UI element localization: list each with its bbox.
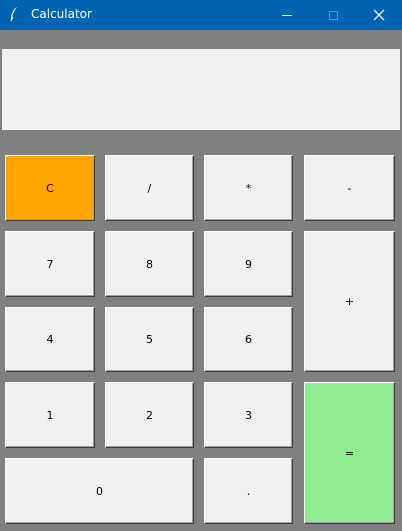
- display-field[interactable]: [2, 49, 400, 130]
- clear-button[interactable]: C: [5, 155, 95, 221]
- five-button[interactable]: 5: [105, 307, 194, 372]
- feather-icon: [9, 6, 19, 26]
- minimize-button[interactable]: [264, 0, 310, 30]
- title-bar: Calculator: [0, 0, 402, 30]
- equals-button[interactable]: =: [304, 382, 395, 524]
- maximize-button[interactable]: [310, 0, 356, 30]
- add-button[interactable]: +: [304, 231, 395, 372]
- four-button[interactable]: 4: [5, 307, 95, 372]
- maximize-icon: [328, 10, 338, 20]
- eight-button[interactable]: 8: [105, 231, 194, 297]
- subtract-button[interactable]: -: [304, 155, 395, 221]
- decimal-button[interactable]: .: [204, 458, 293, 524]
- close-button[interactable]: [356, 0, 402, 30]
- minimize-icon: [282, 14, 292, 16]
- divide-button[interactable]: /: [105, 155, 194, 221]
- window-title: Calculator: [31, 7, 92, 21]
- one-button[interactable]: 1: [5, 382, 95, 448]
- six-button[interactable]: 6: [204, 307, 293, 372]
- two-button[interactable]: 2: [105, 382, 194, 448]
- seven-button[interactable]: 7: [5, 231, 95, 297]
- three-button[interactable]: 3: [204, 382, 293, 448]
- multiply-button[interactable]: *: [204, 155, 293, 221]
- close-icon: [373, 9, 385, 21]
- zero-button[interactable]: 0: [5, 458, 194, 524]
- nine-button[interactable]: 9: [204, 231, 293, 297]
